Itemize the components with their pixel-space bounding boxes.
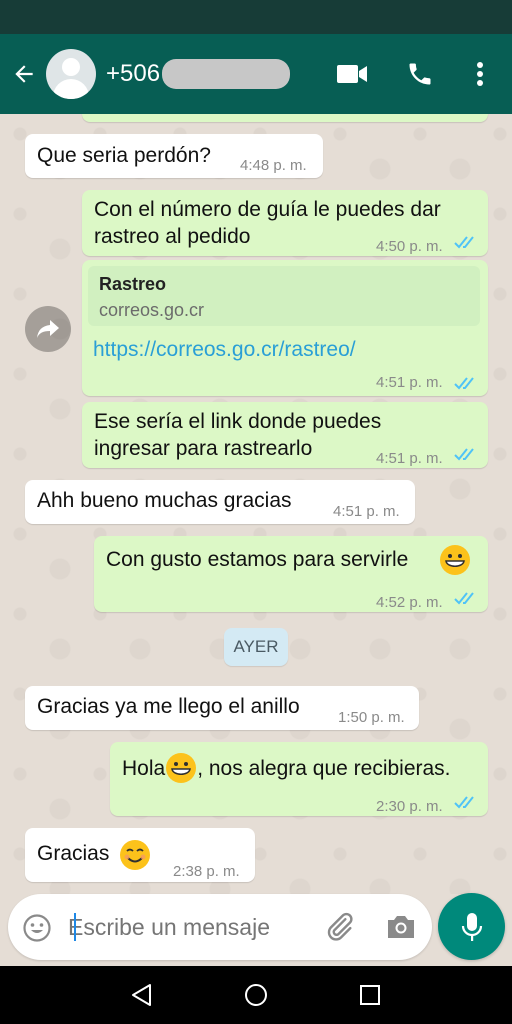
nav-home-icon[interactable] — [244, 983, 268, 1007]
message-text-line1: Ese sería el link donde puedes — [94, 410, 382, 433]
arrow-left-icon — [15, 65, 33, 83]
message-bubble-previous[interactable] — [82, 114, 488, 122]
message-outgoing[interactable]: Con el número de guía le puedes dar rast… — [82, 190, 488, 256]
message-text-line1: Con el número de guía le puedes dar — [94, 198, 441, 221]
message-time: 2:30 p. m. — [376, 798, 443, 815]
message-text-line2: rastreo al pedido — [94, 225, 251, 248]
phone-icon — [409, 63, 431, 85]
message-time: 2:38 p. m. — [173, 863, 240, 880]
message-text-before: Hola — [122, 756, 166, 780]
message-time: 4:51 p. m. — [376, 374, 443, 391]
message-text-after: , nos alegra que recibieras. — [197, 756, 451, 780]
forward-button[interactable] — [25, 306, 71, 352]
message-time: 4:48 p. m. — [240, 157, 307, 174]
date-separator: AYER — [224, 628, 288, 666]
voice-record-button[interactable] — [438, 893, 505, 960]
message-text: Que seria perdón? — [37, 144, 211, 167]
emoji-icon[interactable] — [22, 913, 52, 943]
link-preview-title: Rastreo — [99, 274, 167, 294]
back-button[interactable] — [2, 34, 46, 114]
message-text: Ahh bueno muchas gracias — [37, 489, 292, 512]
chat-area[interactable]: Que seria perdón? 4:48 p. m. Con el núme… — [0, 114, 512, 894]
message-composer[interactable] — [8, 894, 432, 960]
message-text-line2: ingresar para rastrearlo — [94, 437, 313, 460]
link-preview-card[interactable]: Rastreo correos.go.cr — [88, 266, 480, 326]
read-ticks-icon — [454, 592, 474, 605]
video-call-button[interactable] — [330, 34, 374, 114]
message-link[interactable]: https://correos.go.cr/rastreo/ — [93, 338, 356, 362]
message-incoming[interactable]: Ahh bueno muchas gracias 4:51 p. m. — [25, 480, 415, 524]
grinning-face-emoji — [166, 753, 197, 783]
video-camera-icon — [337, 65, 367, 83]
message-time: 1:50 p. m. — [338, 709, 405, 726]
microphone-icon — [461, 912, 482, 941]
read-ticks-icon — [454, 448, 474, 461]
message-text: Hola , nos alegra que recibieras. — [122, 752, 451, 784]
menu-button[interactable] — [466, 34, 494, 114]
redacted-number — [162, 59, 291, 89]
nav-back-icon[interactable] — [130, 983, 154, 1007]
message-incoming[interactable]: Gracias 2:38 p. m. — [25, 828, 255, 882]
read-ticks-icon — [454, 796, 474, 809]
avatar[interactable] — [46, 49, 96, 99]
grinning-face-emoji — [440, 545, 470, 575]
smiling-face-emoji — [120, 840, 150, 870]
message-text: Gracias ya me llego el anillo — [37, 695, 300, 718]
voice-call-button[interactable] — [398, 34, 442, 114]
message-text: Gracias — [37, 842, 110, 865]
message-input[interactable] — [68, 906, 318, 948]
message-outgoing[interactable]: Ese sería el link donde puedes ingresar … — [82, 402, 488, 468]
contact-prefix: +506 — [106, 60, 161, 87]
status-bar — [0, 0, 512, 34]
contact-name[interactable]: +506 — [106, 34, 296, 114]
message-time: 4:51 p. m. — [333, 503, 400, 520]
message-text: Con gusto estamos para servirle — [106, 548, 409, 571]
paperclip-icon[interactable] — [322, 910, 356, 944]
read-ticks-icon — [454, 377, 474, 390]
message-outgoing[interactable]: Hola , nos alegra que recibieras. 2:30 p… — [110, 742, 488, 816]
nav-recents-icon[interactable] — [358, 983, 382, 1007]
message-incoming[interactable]: Que seria perdón? 4:48 p. m. — [25, 134, 323, 178]
more-vert-icon — [477, 62, 483, 86]
text-caret — [74, 913, 76, 941]
link-preview-domain: correos.go.cr — [99, 300, 205, 320]
camera-icon[interactable] — [385, 913, 417, 941]
system-nav-bar — [0, 966, 512, 1024]
share-arrow-icon — [37, 320, 59, 338]
message-time: 4:52 p. m. — [376, 594, 443, 611]
message-time: 4:51 p. m. — [376, 450, 443, 467]
read-ticks-icon — [454, 236, 474, 249]
message-time: 4:50 p. m. — [376, 238, 443, 255]
message-outgoing[interactable]: Con gusto estamos para servirle 4:52 p. … — [94, 536, 488, 612]
message-incoming[interactable]: Gracias ya me llego el anillo 1:50 p. m. — [25, 686, 419, 730]
